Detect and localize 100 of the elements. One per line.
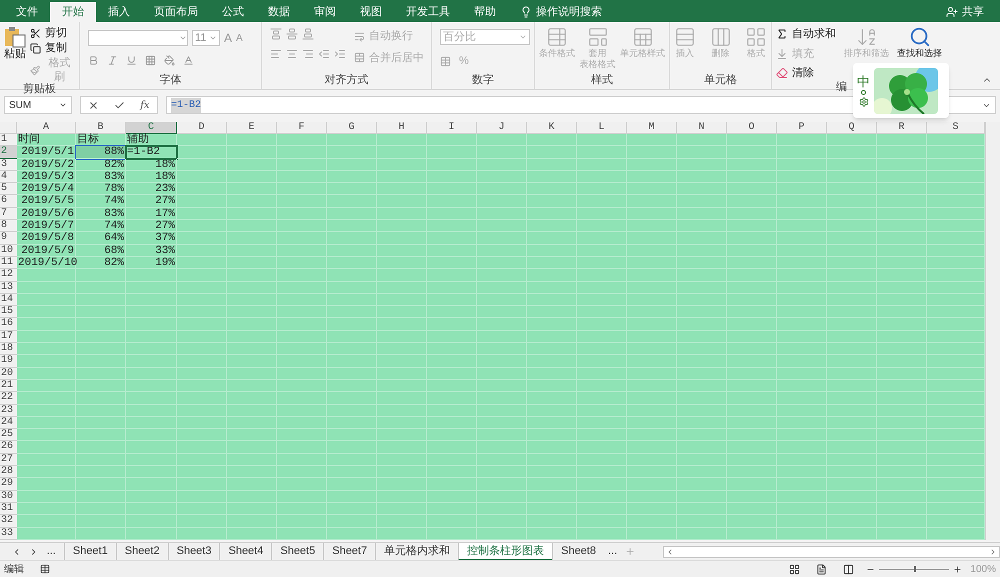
- menu-tab[interactable]: 视图: [348, 2, 394, 22]
- indent-increase-icon[interactable]: [334, 48, 346, 60]
- page-break-icon[interactable]: [843, 564, 854, 574]
- row-header[interactable]: 5: [0, 183, 17, 196]
- row-header[interactable]: 11: [0, 256, 17, 270]
- fill-color-icon[interactable]: [164, 55, 175, 66]
- name-box[interactable]: SUM: [4, 96, 72, 114]
- zoom-thumb[interactable]: [914, 566, 916, 572]
- row-header[interactable]: 9: [0, 232, 17, 245]
- align-right-icon[interactable]: [302, 48, 314, 60]
- menu-tab[interactable]: 插入: [96, 2, 142, 22]
- row-header[interactable]: 31: [0, 502, 17, 516]
- clipboard-button[interactable]: 剪切: [30, 26, 75, 40]
- row-header[interactable]: 15: [0, 306, 17, 318]
- share-button[interactable]: 共享: [946, 2, 984, 22]
- zoom-in-icon[interactable]: [953, 564, 962, 574]
- clipboard-button[interactable]: 复制: [30, 41, 75, 55]
- menu-tab[interactable]: 文件: [4, 2, 50, 22]
- column-header[interactable]: J: [477, 122, 527, 134]
- column-header[interactable]: B: [76, 122, 126, 134]
- column-header[interactable]: P: [777, 122, 827, 134]
- row-header[interactable]: 17: [0, 330, 17, 344]
- sheet-tab[interactable]: 控制条柱形图表: [458, 542, 552, 560]
- menu-tab[interactable]: 审阅: [302, 2, 348, 22]
- row-header[interactable]: 10: [0, 244, 17, 257]
- align-center-icon[interactable]: [286, 48, 298, 60]
- menu-tab[interactable]: 页面布局: [142, 2, 210, 22]
- menu-tab[interactable]: 开始: [50, 2, 96, 22]
- column-header[interactable]: Q: [827, 122, 877, 134]
- add-sheet-icon[interactable]: [625, 546, 636, 557]
- row-header[interactable]: 8: [0, 220, 17, 232]
- row-header[interactable]: 6: [0, 195, 17, 208]
- column-header[interactable]: L: [577, 122, 627, 134]
- menu-tab[interactable]: 数据: [256, 2, 302, 22]
- autosum-button[interactable]: 自动求和: [776, 26, 836, 42]
- column-header[interactable]: K: [527, 122, 577, 134]
- row-header[interactable]: 3: [0, 158, 17, 171]
- row-header[interactable]: 22: [0, 392, 17, 405]
- column-header[interactable]: F: [277, 122, 327, 134]
- row-header[interactable]: 20: [0, 368, 17, 380]
- align-middle-icon[interactable]: [286, 28, 298, 40]
- row-header[interactable]: 13: [0, 282, 17, 294]
- row-header[interactable]: 29: [0, 478, 17, 491]
- column-header[interactable]: I: [427, 122, 477, 134]
- clear-button[interactable]: 清除: [776, 65, 836, 82]
- row-header[interactable]: 30: [0, 490, 17, 503]
- horizontal-scrollbar[interactable]: [663, 546, 1000, 558]
- menu-tab[interactable]: 帮助: [462, 2, 508, 22]
- tell-me-search[interactable]: 操作说明搜索: [536, 4, 602, 20]
- font-name-field[interactable]: [88, 30, 188, 46]
- row-header[interactable]: 2: [0, 146, 17, 159]
- zoom-slider[interactable]: [879, 565, 950, 573]
- row-header[interactable]: 26: [0, 441, 17, 454]
- insert-function-button[interactable]: fx: [140, 98, 150, 112]
- column-header[interactable]: O: [727, 122, 777, 134]
- row-header[interactable]: 7: [0, 208, 17, 220]
- row-header[interactable]: 14: [0, 294, 17, 306]
- row-header[interactable]: 33: [0, 528, 17, 540]
- indent-decrease-icon[interactable]: [318, 48, 330, 60]
- page-layout-icon[interactable]: [816, 564, 828, 574]
- select-all-corner[interactable]: [0, 122, 17, 134]
- align-left-icon[interactable]: [270, 48, 282, 60]
- column-header[interactable]: D: [177, 122, 227, 134]
- row-header[interactable]: 12: [0, 269, 17, 282]
- row-header[interactable]: 4: [0, 170, 17, 184]
- bold-icon[interactable]: [88, 55, 99, 66]
- column-header[interactable]: E: [227, 122, 277, 134]
- sheet-more-button[interactable]: ...: [608, 543, 618, 560]
- row-header[interactable]: 18: [0, 343, 17, 356]
- menu-tab[interactable]: 公式: [210, 2, 256, 22]
- column-header[interactable]: G: [327, 122, 377, 134]
- row-header[interactable]: 1: [0, 134, 17, 146]
- column-header[interactable]: S: [927, 122, 985, 134]
- paste-button[interactable]: 粘贴: [4, 26, 26, 84]
- column-header[interactable]: M: [627, 122, 677, 134]
- find-select-button[interactable]: 查找和选择: [897, 26, 942, 59]
- sheet-more-button[interactable]: ...: [46, 543, 56, 560]
- row-header[interactable]: 16: [0, 318, 17, 331]
- input-mode[interactable]: 中: [857, 74, 870, 88]
- enter-icon[interactable]: [114, 100, 126, 110]
- column-header[interactable]: H: [377, 122, 427, 134]
- row-header[interactable]: 21: [0, 380, 17, 392]
- cancel-icon[interactable]: [88, 100, 100, 110]
- border-icon[interactable]: [145, 55, 156, 66]
- normal-view-icon[interactable]: [789, 564, 800, 574]
- settings-icon[interactable]: [858, 96, 868, 106]
- row-header[interactable]: 25: [0, 429, 17, 442]
- row-header[interactable]: 19: [0, 355, 17, 368]
- row-header[interactable]: 24: [0, 416, 17, 430]
- column-header[interactable]: A: [17, 122, 76, 134]
- row-header[interactable]: 28: [0, 466, 17, 478]
- row-header[interactable]: 32: [0, 515, 17, 528]
- scroll-right-icon[interactable]: [989, 548, 997, 556]
- align-top-icon[interactable]: [270, 28, 282, 40]
- column-header[interactable]: C: [126, 122, 177, 134]
- column-header[interactable]: N: [677, 122, 727, 134]
- underline-icon[interactable]: [126, 55, 137, 66]
- italic-icon[interactable]: [107, 55, 118, 66]
- align-bottom-icon[interactable]: [302, 28, 314, 40]
- menu-tab[interactable]: 开发工具: [394, 2, 462, 22]
